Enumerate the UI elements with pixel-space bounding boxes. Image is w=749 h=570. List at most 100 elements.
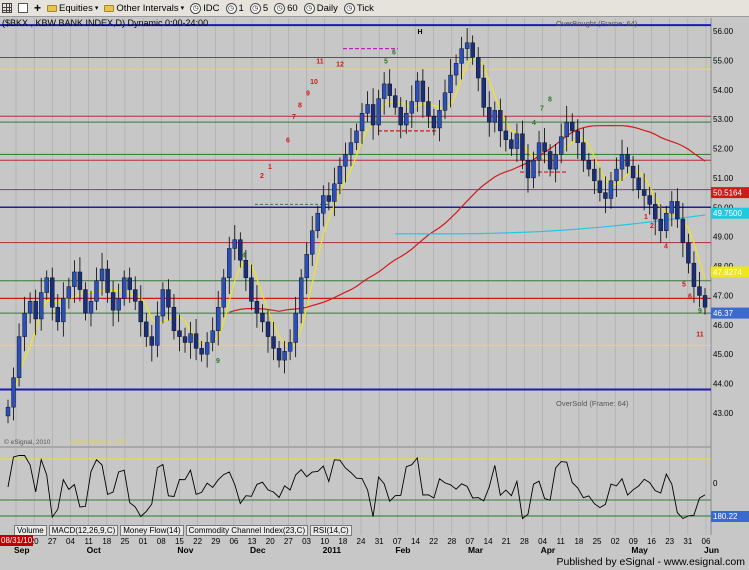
day-label: 08: [157, 537, 166, 546]
price-bar: [221, 277, 226, 308]
price-bar: [193, 333, 199, 349]
count-annotation: 8: [298, 102, 302, 109]
count-annotation: 1: [268, 164, 272, 171]
price-marker-cyan: 49.7500: [713, 209, 742, 218]
price-bar: [298, 277, 304, 314]
price-bar: [409, 101, 415, 114]
price-bar: [520, 133, 525, 161]
price-bar: [5, 406, 11, 417]
price-bar: [448, 74, 453, 93]
price-bar: [691, 262, 697, 287]
price-bar: [664, 212, 669, 232]
price-bar: [492, 110, 497, 123]
price-bar: [680, 218, 686, 243]
rsi-marker-label: 180.22: [713, 512, 738, 521]
price-axis-label: 52.00: [713, 145, 734, 154]
price-bar: [33, 301, 38, 320]
price-bar: [16, 336, 22, 378]
price-bar: [625, 154, 630, 167]
price-bar: [564, 121, 569, 137]
tab-macd[interactable]: MACD(12,26,9,C): [48, 525, 119, 536]
price-bar: [22, 312, 27, 337]
price-bar: [669, 201, 675, 214]
price-bar: [370, 104, 376, 126]
price-bar: [481, 77, 486, 108]
month-label: Apr: [541, 545, 556, 555]
price-bar: [393, 95, 398, 108]
price-bar: [487, 107, 492, 123]
price-bar: [542, 142, 547, 152]
price-bar: [509, 139, 514, 149]
count-annotation: 4: [664, 243, 668, 250]
count-annotation: 12: [336, 61, 344, 68]
price-bar: [553, 154, 558, 170]
price-bar: [38, 292, 44, 320]
day-label: 25: [120, 537, 129, 546]
month-label: Sep: [14, 545, 30, 555]
oversold-label: OverSold (Frame: 64): [556, 399, 629, 408]
date-axis: 1320270411182501081522290613202703101824…: [12, 537, 720, 555]
price-marker-red: 50.5164: [713, 189, 742, 198]
price-bar: [531, 160, 536, 179]
price-bar: [11, 377, 16, 408]
day-label: 21: [502, 537, 511, 546]
price-bar: [116, 298, 121, 311]
day-label: 01: [139, 537, 148, 546]
price-marker-yellow: 47.8274: [713, 268, 742, 277]
price-axis-label: 47.00: [713, 291, 734, 300]
price-bar: [431, 116, 437, 129]
day-label: 04: [66, 537, 75, 546]
count-annotation: 11: [316, 58, 324, 65]
price-bar: [525, 160, 531, 179]
price-bar: [243, 260, 249, 279]
price-bar: [88, 301, 94, 314]
price-bar: [420, 80, 426, 102]
price-axis-label: 43.00: [713, 409, 734, 418]
overbought-label: OverBought (Frame: 64): [556, 19, 638, 28]
price-chart[interactable]: H11 1210987612568741245691194 56.0055.005…: [0, 0, 749, 570]
day-label: 31: [375, 537, 384, 546]
price-bar: [310, 230, 315, 255]
price-bar: [155, 315, 160, 346]
price-bar: [470, 42, 475, 58]
price-bar: [437, 110, 442, 129]
price-bar: [27, 301, 33, 314]
price-bar: [442, 92, 448, 111]
price-bar: [636, 177, 641, 190]
price-bar: [608, 180, 614, 199]
day-label: 11: [557, 537, 566, 546]
count-annotation: 9: [698, 308, 702, 315]
price-bar: [276, 348, 282, 361]
price-bar: [144, 321, 149, 337]
price-bar: [332, 183, 337, 202]
price-bar: [160, 289, 166, 317]
price-bar: [426, 101, 431, 117]
price-bar: [50, 277, 55, 308]
day-label: 31: [683, 537, 692, 546]
price-bar: [603, 192, 608, 199]
day-label: 23: [665, 537, 674, 546]
tab-money-flow[interactable]: Money Flow(14): [120, 525, 184, 536]
price-bar: [110, 292, 116, 311]
price-bar: [586, 160, 592, 170]
count-annotation: 8: [548, 97, 552, 104]
price-bar: [641, 189, 647, 196]
price-bar: [365, 104, 370, 114]
price-axis-label: 56.00: [713, 27, 734, 36]
month-label: Feb: [395, 545, 410, 555]
price-bar: [354, 130, 359, 143]
price-bar: [404, 113, 409, 126]
price-bar: [171, 307, 177, 331]
tab-cci[interactable]: Commodity Channel Index(23,C): [185, 525, 309, 536]
price-bar: [315, 212, 320, 232]
price-bar: [475, 57, 481, 79]
day-label: 24: [357, 537, 366, 546]
price-bar: [99, 268, 105, 281]
price-bar: [503, 130, 509, 140]
tab-rsi[interactable]: RSI(14,C): [310, 525, 352, 536]
price-bar: [77, 271, 83, 290]
rsi-zero-label: 0: [713, 479, 718, 488]
price-bar: [121, 277, 127, 299]
price-bar: [498, 110, 503, 132]
price-bar: [94, 280, 99, 302]
